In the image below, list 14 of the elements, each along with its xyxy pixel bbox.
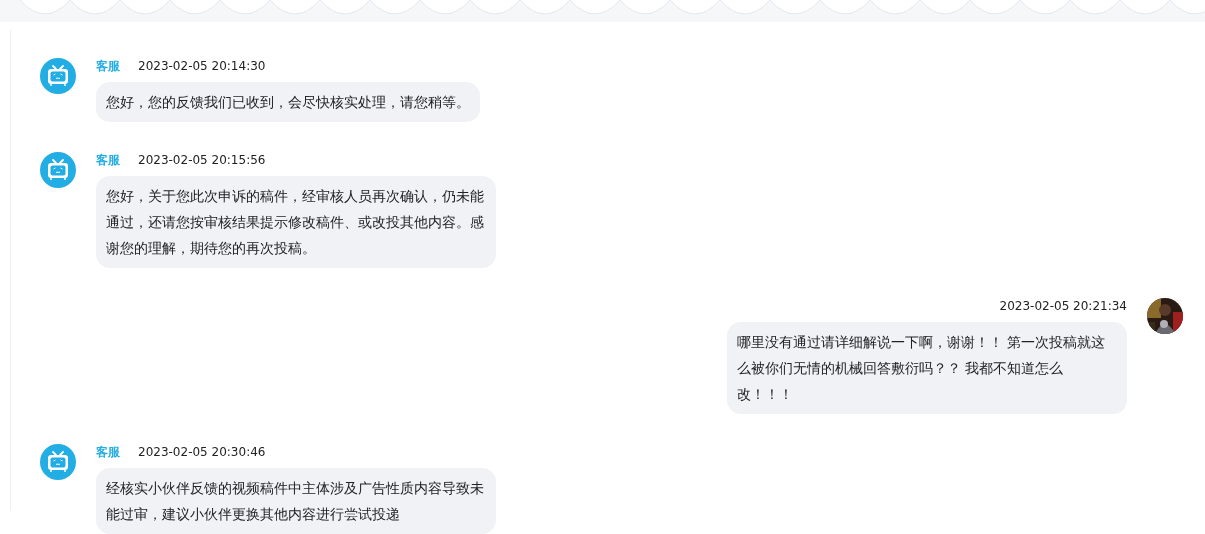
message-bubble: 经核实小伙伴反馈的视频稿件中主体涉及广告性质内容导致未能过审，建议小伙伴更换其他内容进行尝试投递 bbox=[96, 468, 496, 534]
message-bubble: 您好，您的反馈我们已收到，会尽快核实处理，请您稍等。 bbox=[96, 82, 480, 122]
tv-icon bbox=[40, 152, 76, 188]
message-bubble: 您好，关于您此次申诉的稿件，经审核人员再次确认，仍未能通过，还请您按审核结果提示修改稿件、或改投其他内容。感谢您的理解，期待您的再次投稿。 bbox=[96, 176, 496, 268]
tv-icon bbox=[40, 444, 76, 480]
message-time: 2023-02-05 20:21:34 bbox=[999, 298, 1127, 314]
message-time: 2023-02-05 20:14:30 bbox=[138, 58, 266, 74]
message-bubble: 哪里没有通过请详细解说一下啊，谢谢！！ 第一次投稿就这么被你们无情的机械回答敷衍吗？？ 我都不知道怎么改！！！ bbox=[727, 322, 1127, 414]
message-time: 2023-02-05 20:15:56 bbox=[138, 152, 266, 168]
message-time: 2023-02-05 20:30:46 bbox=[138, 444, 266, 460]
sender-name: 客服 bbox=[96, 152, 120, 168]
sender-name: 客服 bbox=[96, 58, 120, 74]
sender-name: 客服 bbox=[96, 444, 120, 460]
tv-icon bbox=[40, 58, 76, 94]
